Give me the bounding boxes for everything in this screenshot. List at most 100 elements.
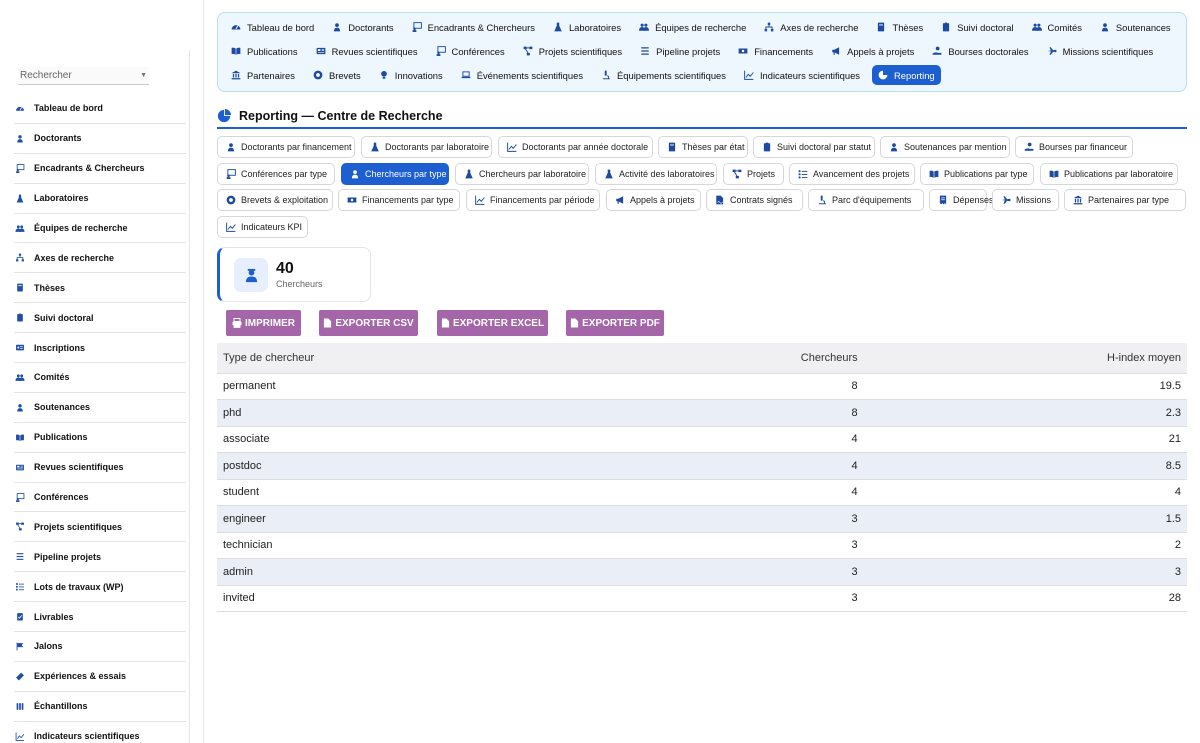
top-nav-tableau-de-bord[interactable]: Tableau de bord: [225, 17, 320, 37]
top-nav-financements[interactable]: Financements: [732, 41, 819, 61]
report-tab-suivi-doctoral-par-statut[interactable]: Suivi doctoral par statut: [753, 136, 875, 158]
report-tab-doctorants-par-financement[interactable]: Doctorants par financement: [217, 136, 355, 158]
top-nav-evenements-scientifiques[interactable]: Événements scientifiques: [455, 65, 589, 85]
search-select[interactable]: Rechercher ▼: [18, 67, 149, 85]
top-nav-partenaires[interactable]: Partenaires: [225, 65, 301, 85]
top-nav-revues-scientifiques[interactable]: Revues scientifiques: [310, 41, 424, 61]
report-tab-financements-par-periode[interactable]: Financements par période: [466, 189, 600, 211]
top-nav-indicateurs-scientifiques[interactable]: Indicateurs scientifiques: [738, 65, 866, 85]
sidebar-item-laboratoires[interactable]: Laboratoires: [14, 184, 186, 214]
sidebar-item-label: Revues scientifiques: [34, 462, 124, 473]
top-nav-equipements-scientifiques[interactable]: Équipements scientifiques: [595, 65, 732, 85]
print-button[interactable]: IMPRIMER: [226, 310, 301, 336]
sidebar-item-echantillons[interactable]: Échantillons: [14, 692, 186, 722]
sidebar-item-publications[interactable]: Publications: [14, 423, 186, 453]
column-header-type[interactable]: Type de chercheur: [217, 343, 605, 374]
top-nav-encadrants-chercheurs[interactable]: Encadrants & Chercheurs: [406, 17, 541, 37]
report-tab-partenaires-par-type[interactable]: Partenaires par type: [1064, 189, 1186, 211]
sidebar-item-jalons[interactable]: Jalons: [14, 632, 186, 662]
sidebar-item-conferences[interactable]: Conférences: [14, 483, 186, 513]
report-tab-label: Partenaires par type: [1088, 195, 1170, 205]
report-tab-brevets-exploitation[interactable]: Brevets & exploitation: [217, 189, 333, 211]
report-tab-doctorants-par-laboratoire[interactable]: Doctorants par laboratoire: [361, 136, 492, 158]
sidebar-item-livrables[interactable]: Livrables: [14, 602, 186, 633]
export-csv-button[interactable]: EXPORTER CSV: [319, 310, 418, 336]
top-nav-appels-a-projets[interactable]: Appels à projets: [825, 41, 920, 61]
report-tab-depenses[interactable]: Dépenses: [929, 189, 994, 211]
sidebar-item-axes-de-recherche[interactable]: Axes de recherche: [14, 243, 186, 274]
report-tab-soutenances-par-mention[interactable]: Soutenances par mention: [880, 136, 1010, 158]
top-nav-bourses-doctorales[interactable]: Bourses doctorales: [926, 41, 1034, 61]
top-nav-projets-scientifiques[interactable]: Projets scientifiques: [517, 41, 628, 61]
report-tab-doctorants-par-annee-doctorale[interactable]: Doctorants par année doctorale: [498, 136, 653, 158]
top-nav-axes-de-recherche[interactable]: Axes de recherche: [758, 17, 864, 37]
users-icon: [639, 22, 650, 32]
report-tab-theses-par-etat[interactable]: Thèses par état: [658, 136, 748, 158]
table-row: admin 3 3: [217, 558, 1187, 586]
sidebar-item-comites[interactable]: Comités: [14, 363, 186, 393]
cell-hindex: 3: [863, 558, 1187, 586]
sidebar-item-pipeline-projets[interactable]: Pipeline projets: [14, 542, 186, 573]
top-nav-theses[interactable]: Thèses: [870, 17, 929, 37]
sidebar-item-projets-scientifiques[interactable]: Projets scientifiques: [14, 512, 186, 543]
cell-type: postdoc: [217, 452, 605, 480]
report-tab-avancement-des-projets[interactable]: Avancement des projets: [789, 163, 915, 185]
book-open-icon: [14, 432, 26, 442]
sidebar-item-label: Doctorants: [34, 133, 82, 144]
export-pdf-button[interactable]: EXPORTER PDF: [566, 310, 664, 336]
sidebar-item-label: Échantillons: [34, 701, 88, 712]
sidebar-item-equipes-de-recherche[interactable]: Équipes de recherche: [14, 214, 186, 244]
top-nav-soutenances[interactable]: Soutenances: [1094, 17, 1177, 37]
sidebar-item-inscriptions[interactable]: Inscriptions: [14, 333, 186, 364]
report-tab-appels-a-projets[interactable]: Appels à projets: [606, 189, 701, 211]
cell-hindex: 2: [863, 532, 1187, 559]
column-header-hindex[interactable]: H-index moyen: [863, 343, 1187, 374]
sidebar-item-suivi-doctoral[interactable]: Suivi doctoral: [14, 303, 186, 334]
top-nav-laboratoires[interactable]: Laboratoires: [547, 17, 627, 37]
list-icon: [14, 552, 26, 562]
report-tab-publications-par-laboratoire[interactable]: Publications par laboratoire: [1040, 163, 1178, 185]
sidebar-item-experiences-essais[interactable]: Expériences & essais: [14, 662, 186, 692]
report-tab-publications-par-type[interactable]: Publications par type: [920, 163, 1034, 185]
sidebar-item-indicateurs-scientifiques[interactable]: Indicateurs scientifiques: [14, 722, 186, 743]
top-nav-conferences[interactable]: Conférences: [430, 41, 511, 61]
top-nav-equipes-de-recherche[interactable]: Équipes de recherche: [633, 17, 752, 37]
sidebar-item-label: Tableau de bord: [34, 103, 103, 114]
flask-icon: [553, 22, 564, 32]
report-tab-projets[interactable]: Projets: [723, 163, 784, 185]
sidebar-item-theses[interactable]: Thèses: [14, 273, 186, 304]
project-diagram-icon: [14, 522, 26, 532]
report-tab-chercheurs-par-type[interactable]: Chercheurs par type: [341, 163, 449, 185]
top-nav-missions-scientifiques[interactable]: Missions scientifiques: [1041, 41, 1160, 61]
report-tab-conferences-par-type[interactable]: Conférences par type: [217, 163, 335, 185]
top-nav-label: Comités: [1047, 21, 1082, 33]
sidebar-item-doctorants[interactable]: Doctorants: [14, 124, 186, 154]
top-nav-suivi-doctoral[interactable]: Suivi doctoral: [935, 17, 1019, 37]
top-nav-reporting[interactable]: Reporting: [872, 65, 941, 85]
column-header-count[interactable]: Chercheurs: [604, 343, 864, 374]
report-tab-parc-d-equipements[interactable]: Parc d'équipements: [808, 189, 924, 211]
top-nav-comites[interactable]: Comités: [1026, 17, 1088, 37]
export-excel-button[interactable]: EXPORTER EXCEL: [437, 310, 548, 336]
report-tab-chercheurs-par-laboratoire[interactable]: Chercheurs par laboratoire: [455, 163, 589, 185]
top-nav-doctorants[interactable]: Doctorants: [326, 17, 399, 37]
top-nav-pipeline-projets[interactable]: Pipeline projets: [634, 41, 726, 61]
report-tab-bourses-par-financeur[interactable]: Bourses par financeur: [1015, 136, 1133, 158]
top-nav-innovations[interactable]: Innovations: [373, 65, 449, 85]
flask-icon: [14, 193, 26, 203]
sidebar-item-lots-de-travaux-wp[interactable]: Lots de travaux (WP): [14, 572, 186, 603]
report-tab-indicateurs-kpi[interactable]: Indicateurs KPI: [217, 216, 308, 238]
report-tab-missions[interactable]: Missions: [992, 189, 1059, 211]
report-tab-financements-par-type[interactable]: Financements par type: [338, 189, 460, 211]
top-nav-brevets[interactable]: Brevets: [307, 65, 367, 85]
sidebar-item-revues-scientifiques[interactable]: Revues scientifiques: [14, 453, 186, 483]
sidebar-item-soutenances[interactable]: Soutenances: [14, 393, 186, 423]
top-nav-publications[interactable]: Publications: [225, 41, 304, 61]
sidebar-item-encadrants-chercheurs[interactable]: Encadrants & Chercheurs: [14, 154, 186, 184]
sidebar-item-tableau-de-bord[interactable]: Tableau de bord: [14, 94, 186, 124]
gauge-icon: [231, 22, 242, 32]
sidebar-item-label: Publications: [34, 432, 88, 443]
report-tab-contrats-signes[interactable]: Contrats signés: [706, 189, 803, 211]
report-tab-activite-des-laboratoires[interactable]: Activité des laboratoires: [595, 163, 717, 185]
table-row: associate 4 21: [217, 426, 1187, 453]
